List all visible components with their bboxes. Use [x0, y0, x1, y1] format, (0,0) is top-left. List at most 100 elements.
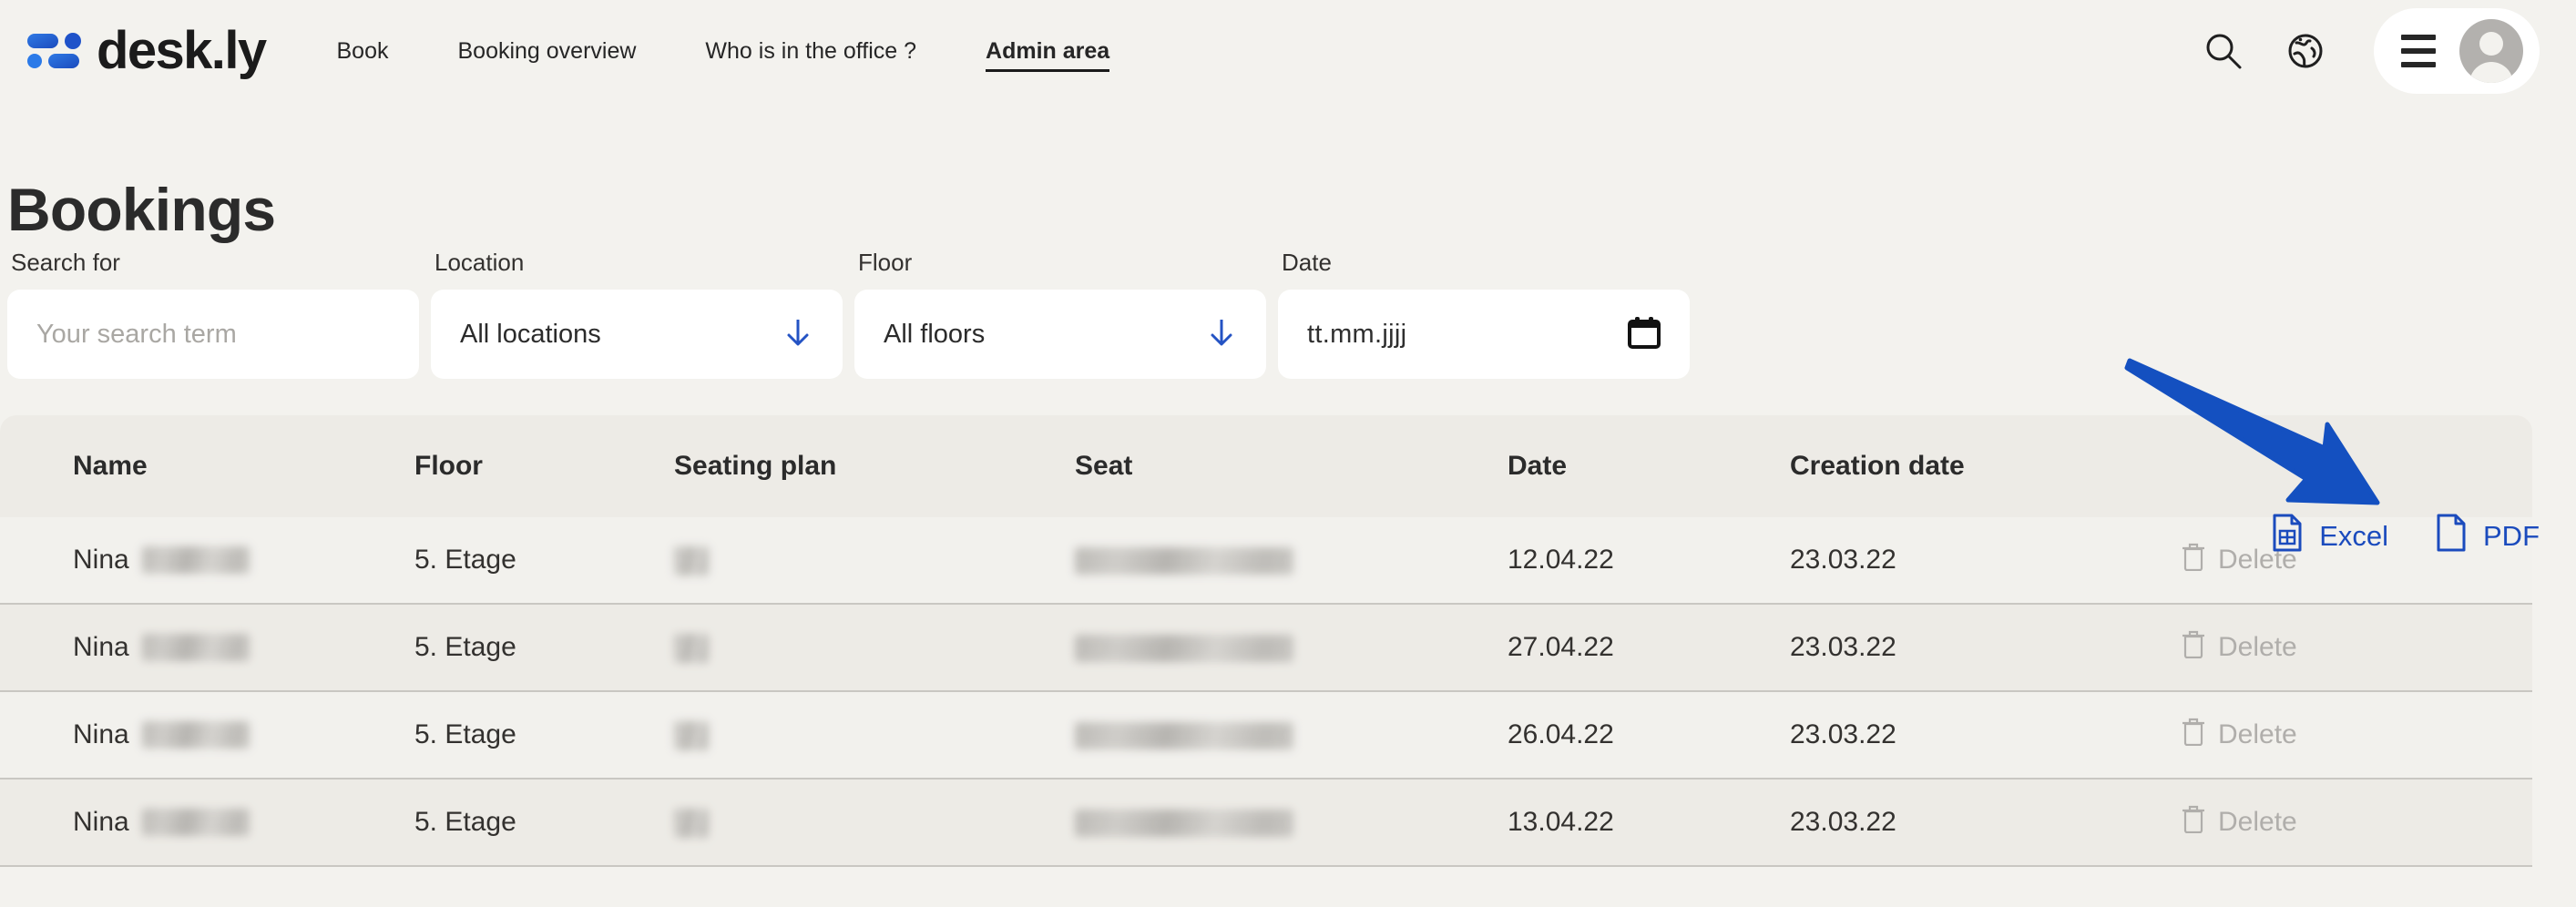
redacted-seating-plan — [674, 721, 709, 751]
user-menu-button[interactable] — [2374, 8, 2540, 94]
export-excel-label: Excel — [2319, 520, 2388, 552]
column-header-creation-date: Creation date — [1790, 451, 1965, 482]
location-select[interactable]: All locations — [431, 290, 843, 380]
delete-button[interactable]: Delete — [2182, 804, 2532, 841]
cell-creation-date: 23.03.22 — [1790, 545, 1896, 576]
redacted-seating-plan — [674, 546, 709, 576]
cell-name-text: Nina — [73, 545, 129, 576]
hamburger-icon[interactable] — [2401, 35, 2436, 67]
export-actions: Excel PDF — [2272, 514, 2540, 559]
bookings-table: Name Floor Seating plan Seat Date Creati… — [0, 415, 2532, 868]
app-page: desk.ly Book Booking overview Who is in … — [0, 0, 2576, 907]
trash-icon — [2182, 542, 2205, 578]
table-header-row: Name Floor Seating plan Seat Date Creati… — [0, 415, 2532, 518]
cell-name-text: Nina — [73, 719, 129, 750]
cell-creation-date: 23.03.22 — [1790, 719, 1896, 750]
cell-date: 13.04.22 — [1508, 807, 1614, 838]
delete-label: Delete — [2218, 807, 2297, 838]
cell-floor: 5. Etage — [414, 632, 516, 663]
cell-actions: Delete — [2182, 629, 2532, 666]
cell-actions: Delete — [2182, 804, 2532, 841]
cell-creation-date: 23.03.22 — [1790, 807, 1896, 838]
date-label: Date — [1282, 249, 1332, 277]
redacted-lastname — [141, 546, 250, 575]
delete-button[interactable]: Delete — [2182, 717, 2532, 753]
redacted-lastname — [141, 809, 250, 837]
filter-date-group: Date tt.mm.jjjj — [1278, 249, 1690, 380]
brand-logo[interactable]: desk.ly — [27, 21, 267, 80]
cell-name-text: Nina — [73, 632, 129, 663]
search-input[interactable]: Your search term — [7, 290, 419, 380]
cell-seating-plan — [674, 545, 1075, 576]
cell-date: 26.04.22 — [1508, 719, 1614, 750]
cell-name: Nina — [0, 719, 414, 750]
nav-item-admin-area[interactable]: Admin area — [986, 33, 1110, 72]
trash-icon — [2182, 717, 2205, 753]
top-navigation-bar: desk.ly Book Booking overview Who is in … — [0, 0, 2576, 102]
search-label: Search for — [11, 249, 120, 277]
cell-name: Nina — [0, 632, 414, 663]
table-row[interactable]: Nina 5. Etage 13.04.22 23.03.22 Delete — [0, 780, 2532, 868]
redacted-seat — [1075, 635, 1293, 663]
export-pdf-label: PDF — [2483, 520, 2540, 552]
pdf-file-icon — [2436, 514, 2467, 559]
trash-icon — [2182, 804, 2205, 841]
nav-item-who-is-in-the-office[interactable]: Who is in the office ? — [705, 33, 916, 70]
nav-item-booking-overview[interactable]: Booking overview — [457, 33, 636, 70]
date-input[interactable]: tt.mm.jjjj — [1278, 290, 1690, 380]
floor-select[interactable]: All floors — [854, 290, 1266, 380]
main-content: Bookings Search for Your search term Loc… — [0, 176, 2576, 868]
column-header-seating-plan: Seating plan — [674, 451, 837, 482]
cell-actions: Delete — [2182, 717, 2532, 753]
floor-value: All floors — [884, 319, 986, 349]
calendar-icon[interactable] — [1628, 316, 1661, 353]
filter-location-group: Location All locations — [431, 249, 843, 380]
table-row[interactable]: Nina 5. Etage 26.04.22 23.03.22 Delete — [0, 692, 2532, 780]
cell-creation-date: 23.03.22 — [1790, 632, 1896, 663]
arrow-down-icon[interactable] — [782, 314, 813, 355]
export-pdf-button[interactable]: PDF — [2436, 514, 2540, 559]
redacted-lastname — [141, 721, 250, 749]
search-icon[interactable] — [2199, 26, 2248, 76]
filter-floor-group: Floor All floors — [854, 249, 1266, 380]
table-row[interactable]: Nina 5. Etage 27.04.22 23.03.22 Delete — [0, 605, 2532, 693]
redacted-seat — [1075, 722, 1293, 750]
main-nav: Book Booking overview Who is in the offi… — [337, 33, 1110, 72]
cell-seat — [1075, 545, 1508, 576]
floor-label: Floor — [858, 249, 913, 277]
delete-label: Delete — [2218, 632, 2297, 663]
delete-label: Delete — [2218, 719, 2297, 750]
redacted-seating-plan — [674, 634, 709, 664]
page-title: Bookings — [7, 176, 276, 243]
redacted-seating-plan — [674, 809, 709, 839]
filter-search-group: Search for Your search term — [7, 249, 419, 380]
cell-seating-plan — [674, 807, 1075, 839]
brand-name: desk.ly — [97, 21, 267, 80]
cell-seat — [1075, 632, 1508, 663]
table-row[interactable]: Nina 5. Etage 12.04.22 23.03.22 Delete — [0, 517, 2532, 606]
cell-date: 12.04.22 — [1508, 545, 1614, 576]
search-placeholder: Your search term — [36, 319, 237, 349]
redacted-lastname — [141, 634, 250, 662]
globe-icon[interactable] — [2281, 26, 2330, 76]
deskly-logo-icon — [27, 30, 84, 72]
cell-name-text: Nina — [73, 807, 129, 838]
cell-floor: 5. Etage — [414, 545, 516, 576]
cell-date: 27.04.22 — [1508, 632, 1614, 663]
delete-button[interactable]: Delete — [2182, 629, 2532, 666]
date-placeholder: tt.mm.jjjj — [1307, 319, 1407, 349]
column-header-date: Date — [1508, 451, 1568, 482]
nav-item-book[interactable]: Book — [337, 33, 389, 70]
cell-floor: 5. Etage — [414, 719, 516, 750]
user-avatar-icon[interactable] — [2459, 19, 2523, 83]
header-actions — [2199, 8, 2540, 94]
cell-seat — [1075, 807, 1508, 838]
filter-bar: Search for Your search term Location All… — [7, 249, 2576, 380]
redacted-seat — [1075, 810, 1293, 838]
arrow-down-icon[interactable] — [1206, 314, 1237, 355]
cell-seat — [1075, 719, 1508, 750]
cell-seating-plan — [674, 719, 1075, 751]
cell-seating-plan — [674, 632, 1075, 664]
excel-file-icon — [2272, 514, 2303, 559]
export-excel-button[interactable]: Excel — [2272, 514, 2388, 559]
